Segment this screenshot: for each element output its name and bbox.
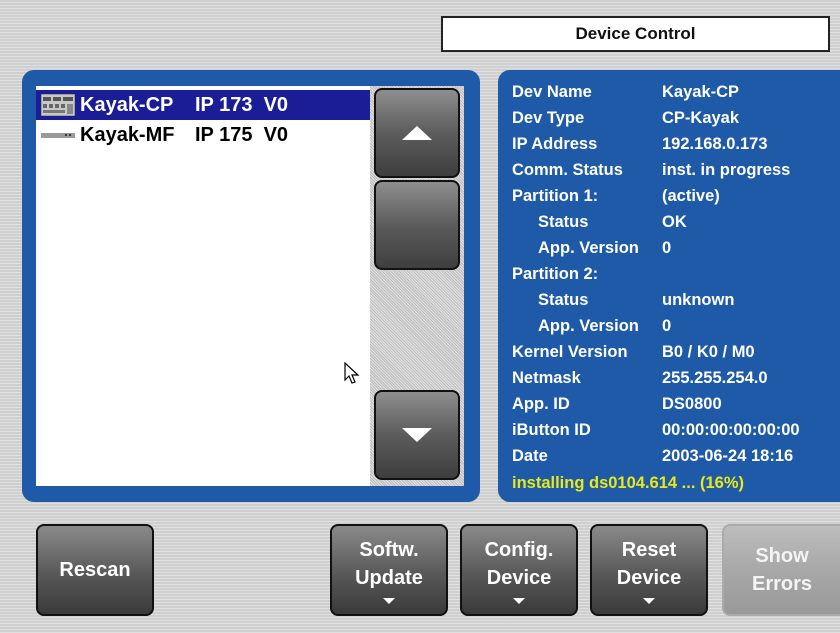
scroll-page-button[interactable] xyxy=(374,180,460,270)
mouse-pointer-icon xyxy=(344,362,360,384)
arrow-up-icon xyxy=(402,126,432,140)
arrow-down-icon xyxy=(402,428,432,442)
device-list[interactable]: Kayak-CP IP 173 V0 Kayak-MF IP 175 V0 xyxy=(36,86,370,486)
scroll-up-button[interactable] xyxy=(374,88,460,178)
device-list-panel: Kayak-CP IP 173 V0 Kayak-MF IP 175 V0 xyxy=(22,70,480,502)
device-name: Kayak-CP xyxy=(80,93,174,116)
dropdown-arrow-icon xyxy=(513,598,525,604)
panel-device-icon xyxy=(40,94,76,116)
config-device-button[interactable]: Config. Device xyxy=(460,524,578,616)
device-name: Kayak-MF xyxy=(80,123,175,146)
install-status-text: installing ds0104.614 ... (16%) xyxy=(512,474,745,492)
list-item[interactable]: Kayak-MF IP 175 V0 xyxy=(36,120,370,150)
rescan-button[interactable]: Rescan xyxy=(36,524,154,616)
dropdown-arrow-icon xyxy=(643,598,655,604)
device-info-panel: Dev Name Kayak-CP Dev Type CP-Kayak IP Add… xyxy=(498,70,840,502)
device-ip: IP 173 V0 xyxy=(195,93,289,116)
mainframe-device-icon xyxy=(40,124,76,146)
scroll-down-button[interactable] xyxy=(374,390,460,480)
softw-update-button[interactable]: Softw. Update xyxy=(330,524,448,616)
show-errors-button[interactable]: Show Errors xyxy=(722,524,840,616)
dropdown-arrow-icon xyxy=(383,598,395,604)
page-title: Device Control xyxy=(441,16,830,52)
device-ip: IP 175 V0 xyxy=(195,123,289,146)
list-item[interactable]: Kayak-CP IP 173 V0 xyxy=(36,90,370,120)
reset-device-button[interactable]: Reset Device xyxy=(590,524,708,616)
